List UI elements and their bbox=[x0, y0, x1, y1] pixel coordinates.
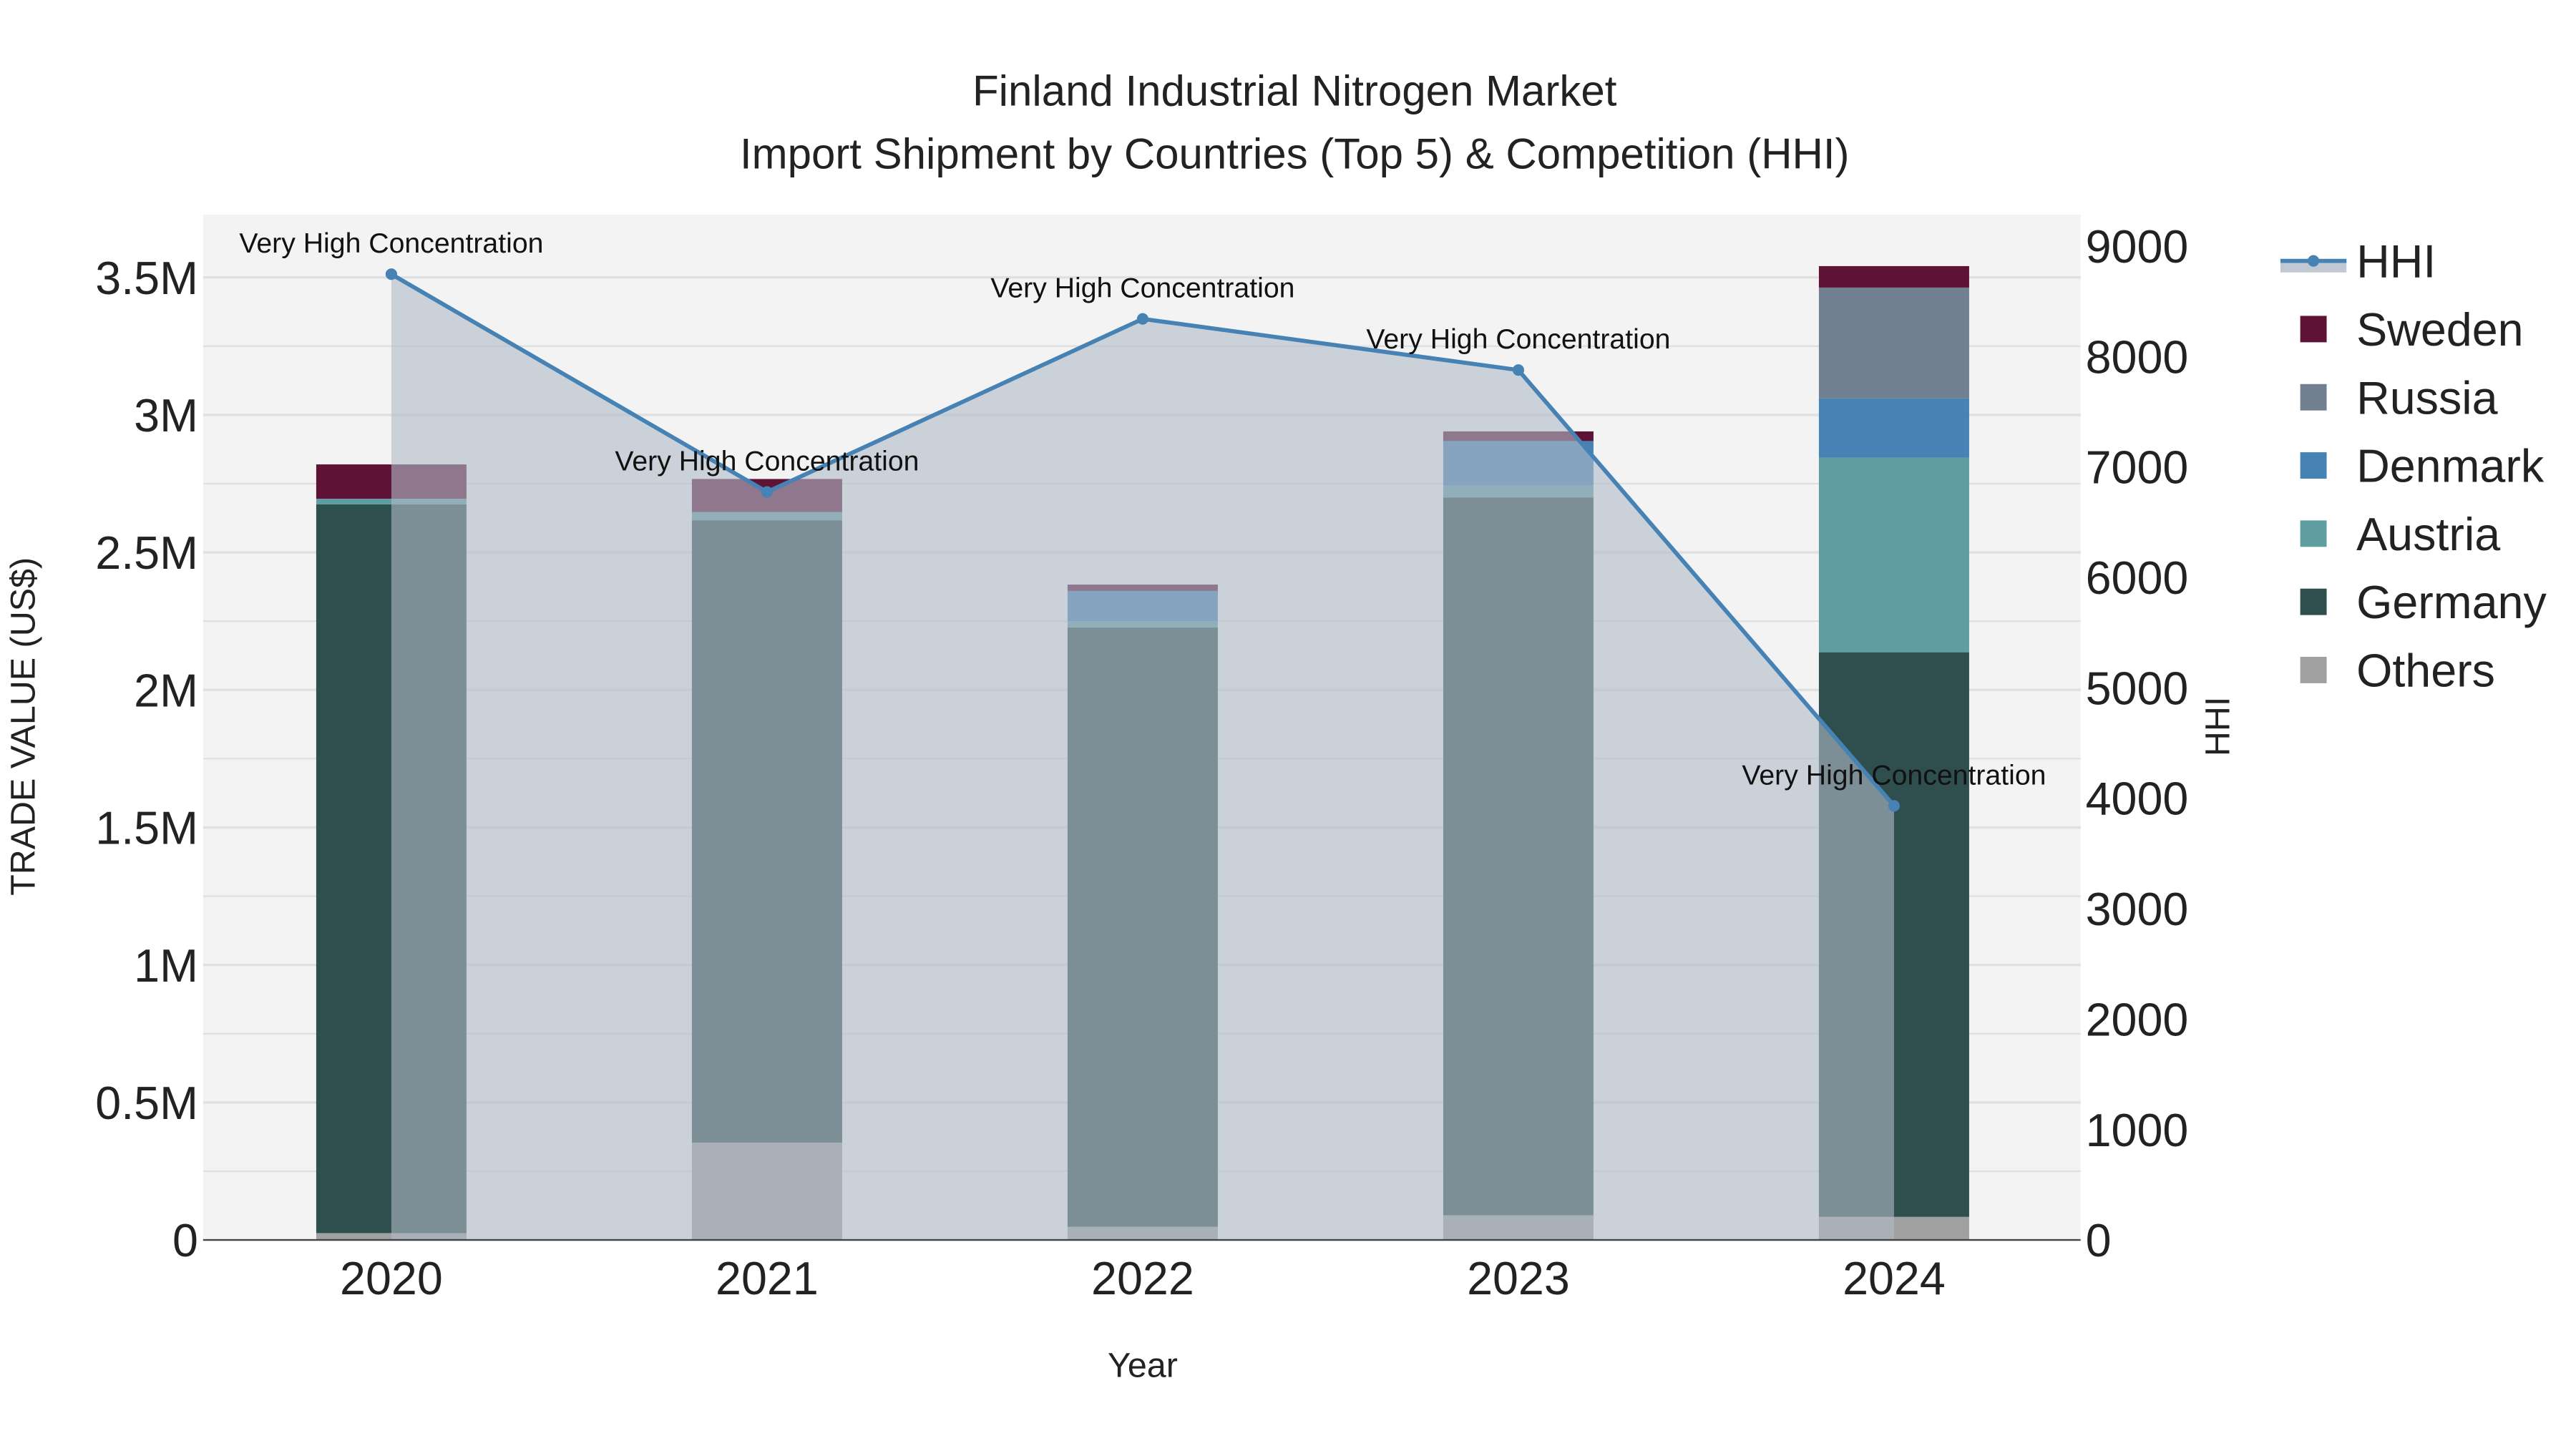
y-tick-label: 0.5M bbox=[95, 1078, 198, 1129]
chart: Finland Industrial Nitrogen Market Impor… bbox=[4, 67, 2547, 1385]
legend-swatch-icon bbox=[2300, 588, 2327, 615]
chart-title: Finland Industrial Nitrogen Market bbox=[972, 67, 1617, 115]
chart-container: Finland Industrial Nitrogen Market Impor… bbox=[0, 0, 2576, 1448]
bar-denmark-2024 bbox=[1818, 398, 1969, 458]
x-tick-label: 2021 bbox=[716, 1253, 819, 1304]
chart-subtitle: Import Shipment by Countries (Top 5) & C… bbox=[740, 130, 1850, 177]
hhi-point-2021 bbox=[761, 486, 774, 498]
hhi-annotation: Very High Concentration bbox=[1366, 323, 1670, 355]
y-tick-label: 2.5M bbox=[95, 527, 198, 579]
bar-sweden-2024 bbox=[1818, 265, 1969, 288]
legend-swatch-icon bbox=[2300, 316, 2327, 343]
legend-item-germany[interactable]: Germany bbox=[2300, 577, 2547, 628]
legend-label: Others bbox=[2356, 645, 2495, 697]
legend-label: Sweden bbox=[2356, 304, 2523, 356]
x-tick-label: 2022 bbox=[1091, 1253, 1194, 1304]
y-tick-label: 0 bbox=[172, 1215, 198, 1266]
y2-tick-label: 2000 bbox=[2086, 994, 2189, 1045]
legend-swatch-icon bbox=[2300, 452, 2327, 479]
legend-label: Austria bbox=[2356, 509, 2500, 560]
hhi-annotation: Very High Concentration bbox=[1742, 759, 2046, 791]
hhi-point-2020 bbox=[385, 268, 398, 280]
legend-item-sweden[interactable]: Sweden bbox=[2300, 304, 2524, 356]
hhi-annotation: Very High Concentration bbox=[615, 446, 919, 477]
x-tick-label: 2023 bbox=[1467, 1253, 1570, 1304]
x-axis-label: Year bbox=[1108, 1347, 1178, 1385]
y2-axis-label: HHI bbox=[2198, 697, 2237, 756]
legend-item-others[interactable]: Others bbox=[2300, 645, 2495, 697]
y2-tick-label: 4000 bbox=[2086, 773, 2189, 825]
y-axis-label: TRADE VALUE (US$) bbox=[4, 557, 42, 896]
y2-tick-label: 6000 bbox=[2086, 552, 2189, 604]
legend-label: Russia bbox=[2356, 372, 2498, 424]
legend-marker-icon bbox=[2308, 255, 2320, 267]
y2-tick-label: 7000 bbox=[2086, 442, 2189, 494]
y2-tick-label: 5000 bbox=[2086, 663, 2189, 714]
legend-label: Germany bbox=[2356, 577, 2547, 628]
bar-austria-2024 bbox=[1818, 457, 1969, 653]
x-tick-label: 2020 bbox=[340, 1253, 443, 1304]
legend-label: HHI bbox=[2356, 236, 2436, 288]
legend-label: Denmark bbox=[2356, 441, 2545, 492]
hhi-point-2022 bbox=[1136, 313, 1149, 325]
hhi-point-2023 bbox=[1512, 364, 1525, 376]
y2-tick-label: 1000 bbox=[2086, 1105, 2189, 1156]
legend-item-austria[interactable]: Austria bbox=[2300, 509, 2501, 560]
y-tick-label: 3.5M bbox=[95, 253, 198, 304]
legend-item-hhi[interactable]: HHI bbox=[2280, 236, 2436, 288]
bar-russia-2024 bbox=[1818, 287, 1969, 399]
hhi-annotation: Very High Concentration bbox=[990, 273, 1294, 304]
legend-item-denmark[interactable]: Denmark bbox=[2300, 441, 2545, 492]
y2-tick-label: 3000 bbox=[2086, 884, 2189, 935]
hhi-annotation: Very High Concentration bbox=[239, 228, 543, 259]
hhi-point-2024 bbox=[1888, 800, 1901, 812]
y-tick-label: 1M bbox=[134, 940, 198, 992]
y2-tick-label: 8000 bbox=[2086, 331, 2189, 383]
legend-swatch-icon bbox=[2300, 520, 2327, 547]
y2-tick-label: 9000 bbox=[2086, 221, 2189, 273]
legend-swatch-icon bbox=[2300, 383, 2327, 411]
x-tick-label: 2024 bbox=[1843, 1253, 1946, 1304]
y-tick-label: 1.5M bbox=[95, 803, 198, 854]
legend-swatch-icon bbox=[2300, 657, 2327, 683]
y-tick-label: 3M bbox=[134, 390, 198, 441]
y2-tick-label: 0 bbox=[2086, 1215, 2112, 1266]
legend-item-russia[interactable]: Russia bbox=[2300, 372, 2498, 424]
y-tick-label: 2M bbox=[134, 665, 198, 716]
